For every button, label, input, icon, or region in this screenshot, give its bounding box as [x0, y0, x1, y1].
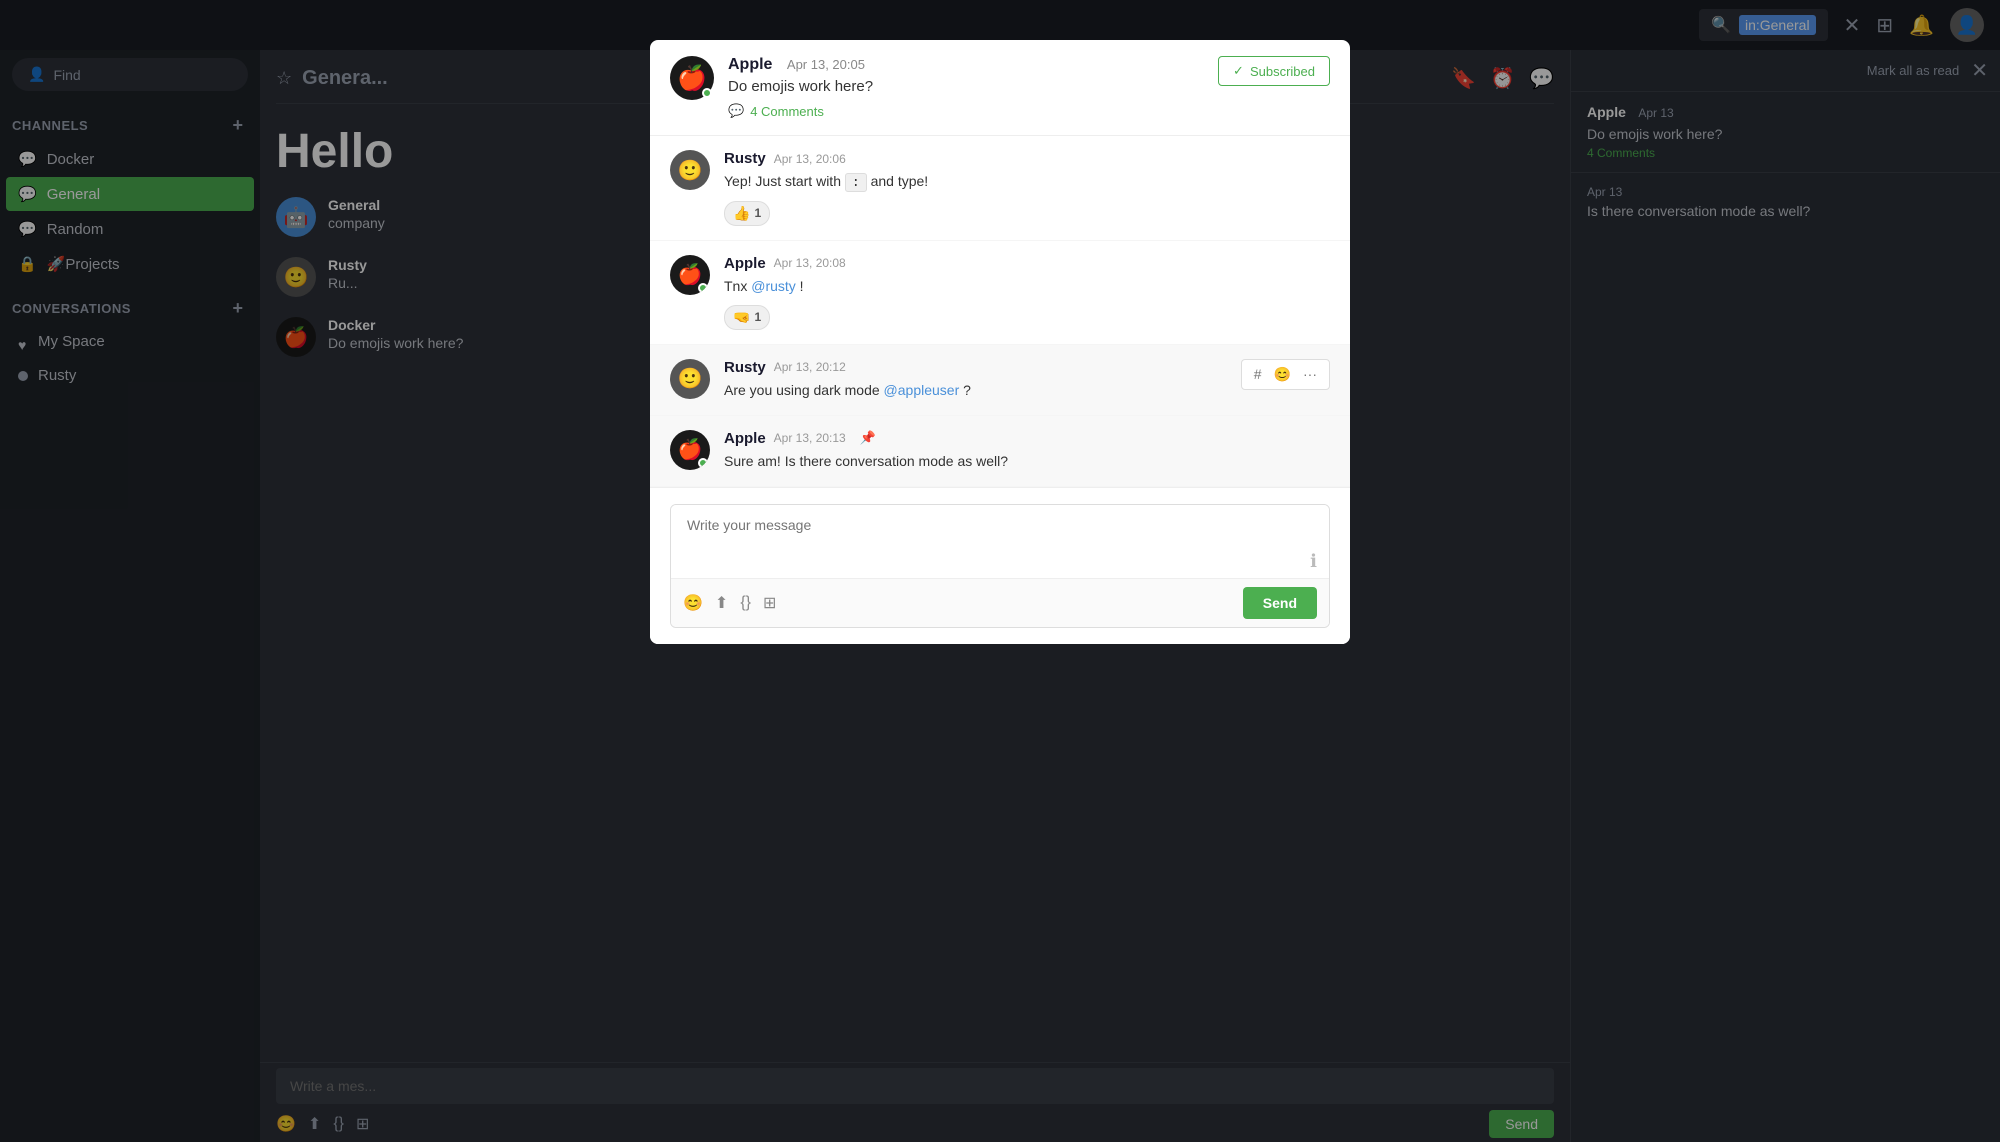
mention-rusty[interactable]: @rusty — [751, 278, 796, 294]
subscribed-label: Subscribed — [1250, 64, 1315, 79]
check-icon: ✓ — [1233, 63, 1244, 79]
msg-sender-rusty-2: Rusty — [724, 359, 766, 376]
modal-message-apple-2: 🍎 Apple Apr 13, 20:13 📌 Sure am! Is ther… — [650, 416, 1350, 487]
crop-icon-modal[interactable]: ⊞ — [763, 593, 776, 613]
avatar-apple-modal-2: 🍎 — [670, 430, 710, 470]
avatar-rusty-modal: 🙂 — [670, 150, 710, 190]
modal-input[interactable] — [671, 505, 1329, 545]
modal-input-area: ℹ 😊 ⬆ {} ⊞ Send — [650, 487, 1350, 644]
modal-header-avatar: 🍎 — [670, 56, 714, 100]
msg-text-apple-2: Sure am! Is there conversation mode as w… — [724, 451, 1330, 472]
msg-text-rusty-2: Are you using dark mode @appleuser ? — [724, 380, 1227, 401]
upload-icon-modal[interactable]: ⬆ — [715, 593, 728, 613]
hash-action-icon[interactable]: # — [1250, 364, 1266, 384]
avatar-apple-modal-1: 🍎 — [670, 255, 710, 295]
modal-message-rusty-1: 🙂 Rusty Apr 13, 20:06 Yep! Just start wi… — [650, 136, 1350, 241]
modal-msg-content-rusty-2: Rusty Apr 13, 20:12 Are you using dark m… — [724, 359, 1227, 401]
reaction-count-apple-1: 1 — [754, 310, 761, 324]
modal-overlay[interactable]: 🍎 Apple Apr 13, 20:05 Do emojis work her… — [0, 0, 2000, 1142]
reaction-rusty-1[interactable]: 👍 1 — [724, 201, 770, 226]
more-actions-icon[interactable]: ··· — [1299, 364, 1321, 384]
info-icon[interactable]: ℹ — [1310, 551, 1317, 572]
message-actions-rusty-2: # 😊 ··· — [1241, 359, 1330, 390]
emoji-action-icon[interactable]: 😊 — [1270, 364, 1295, 385]
msg-date-apple-1: Apr 13, 20:08 — [774, 256, 846, 270]
modal-msg-content-apple-1: Apple Apr 13, 20:08 Tnx @rusty ! 🤜 1 — [724, 255, 1330, 330]
thread-modal: 🍎 Apple Apr 13, 20:05 Do emojis work her… — [650, 40, 1350, 644]
msg-text-rusty-1: Yep! Just start with : and type! — [724, 171, 1330, 193]
subscribed-button[interactable]: ✓ Subscribed — [1218, 56, 1330, 86]
msg-date-apple-2: Apr 13, 20:13 — [774, 431, 846, 445]
comments-label: 4 Comments — [750, 104, 824, 119]
online-dot-apple-1 — [698, 283, 708, 293]
emoji-fist: 🤜 — [733, 309, 750, 326]
modal-input-toolbar: 😊 ⬆ {} ⊞ Send — [671, 578, 1329, 627]
modal-message-apple-1: 🍎 Apple Apr 13, 20:08 Tnx @rusty ! 🤜 1 — [650, 241, 1350, 345]
modal-input-wrapper: ℹ 😊 ⬆ {} ⊞ Send — [670, 504, 1330, 628]
modal-msg-content-rusty-1: Rusty Apr 13, 20:06 Yep! Just start with… — [724, 150, 1330, 226]
modal-header-text: Do emojis work here? — [728, 78, 1204, 95]
code-icon-modal[interactable]: {} — [740, 594, 751, 612]
reaction-count-rusty-1: 1 — [754, 206, 761, 220]
avatar-rusty-modal-2: 🙂 — [670, 359, 710, 399]
modal-send-button[interactable]: Send — [1243, 587, 1317, 619]
emoji-icon-modal[interactable]: 😊 — [683, 593, 703, 613]
msg-sender-rusty-1: Rusty — [724, 150, 766, 167]
modal-header-content: Apple Apr 13, 20:05 Do emojis work here?… — [728, 56, 1204, 119]
msg-date-rusty-2: Apr 13, 20:12 — [774, 360, 846, 374]
reaction-apple-1[interactable]: 🤜 1 — [724, 305, 770, 330]
modal-header-sender: Apple — [728, 56, 772, 73]
msg-sender-apple-2: Apple — [724, 430, 766, 447]
modal-message-rusty-2: 🙂 Rusty Apr 13, 20:12 Are you using dark… — [650, 345, 1350, 416]
msg-date-rusty-1: Apr 13, 20:06 — [774, 152, 846, 166]
comment-icon: 💬 — [728, 103, 744, 119]
inline-code: : — [845, 173, 867, 192]
modal-header-date: Apr 13, 20:05 — [787, 57, 865, 72]
emoji-thumbsup: 👍 — [733, 205, 750, 222]
modal-messages-list: 🙂 Rusty Apr 13, 20:06 Yep! Just start wi… — [650, 136, 1350, 487]
online-indicator — [702, 88, 712, 98]
mention-appleuser[interactable]: @appleuser — [884, 382, 960, 398]
pin-icon: 📌 — [860, 430, 876, 446]
modal-msg-content-apple-2: Apple Apr 13, 20:13 📌 Sure am! Is there … — [724, 430, 1330, 472]
msg-sender-apple-1: Apple — [724, 255, 766, 272]
modal-comments-count[interactable]: 💬 4 Comments — [728, 103, 1204, 119]
msg-text-apple-1: Tnx @rusty ! — [724, 276, 1330, 297]
online-dot-apple-2 — [698, 458, 708, 468]
modal-header: 🍎 Apple Apr 13, 20:05 Do emojis work her… — [650, 40, 1350, 136]
